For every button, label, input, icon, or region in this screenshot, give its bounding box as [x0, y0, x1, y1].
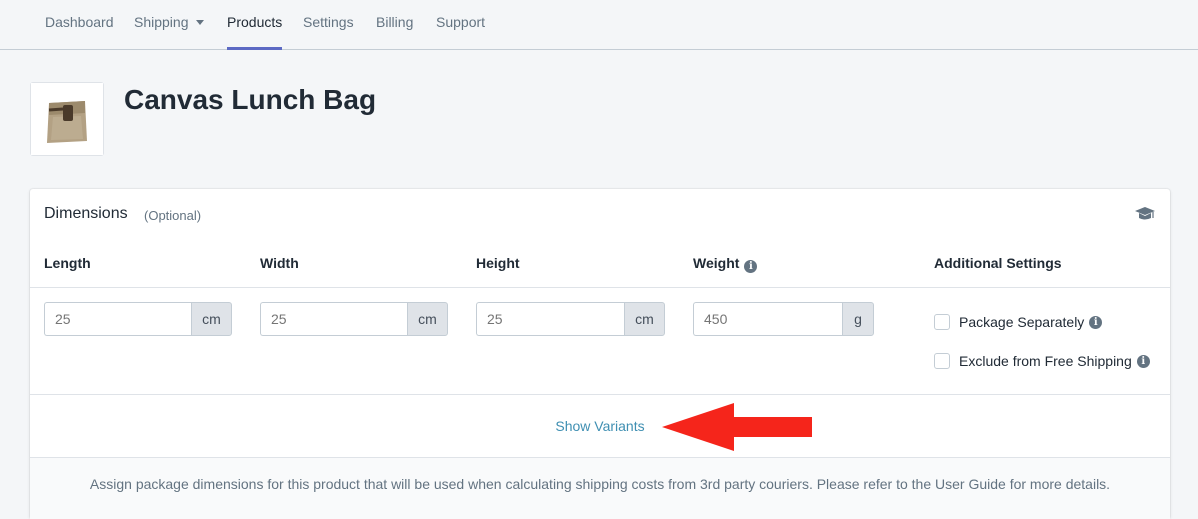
weight-header-label: Weight	[693, 255, 740, 271]
show-variants-link[interactable]: Show Variants	[30, 418, 1170, 434]
length-input[interactable]	[44, 302, 191, 336]
divider	[30, 287, 1170, 288]
card-title: Dimensions	[44, 205, 128, 222]
nav-settings[interactable]: Settings	[303, 0, 354, 50]
nav-billing[interactable]: Billing	[376, 0, 413, 50]
product-thumbnail	[30, 82, 104, 156]
graduation-cap-icon[interactable]	[1134, 206, 1156, 227]
weight-input[interactable]	[693, 302, 842, 336]
exclude-free-shipping-label: Exclude from Free Shipping	[959, 353, 1132, 369]
footer-help-text: Assign package dimensions for this produ…	[89, 476, 1111, 492]
height-unit: cm	[624, 302, 665, 336]
height-input[interactable]	[476, 302, 624, 336]
package-separately-label: Package Separately	[959, 314, 1085, 330]
card-subtitle: (Optional)	[144, 208, 202, 223]
exclude-free-shipping-row: Exclude from Free Shipping i	[934, 353, 1150, 369]
nav-dashboard[interactable]: Dashboard	[45, 0, 114, 50]
weight-header: Weight i	[693, 255, 758, 273]
additional-settings-header: Additional Settings	[934, 255, 1062, 271]
length-input-group: cm	[44, 302, 232, 336]
width-unit: cm	[407, 302, 448, 336]
package-separately-row: Package Separately i	[934, 314, 1103, 330]
weight-unit: g	[842, 302, 874, 336]
nav-shipping-label: Shipping	[134, 14, 189, 30]
length-header: Length	[44, 255, 91, 271]
width-input[interactable]	[260, 302, 407, 336]
nav-products[interactable]: Products	[227, 0, 283, 50]
exclude-free-shipping-checkbox[interactable]	[934, 353, 950, 369]
package-separately-checkbox[interactable]	[934, 314, 950, 330]
top-navigation: Dashboard Shipping Products Settings Bil…	[0, 0, 1198, 50]
canvas-bag-image	[31, 83, 103, 155]
dimensions-card: Dimensions (Optional) Length Width Heigh…	[30, 189, 1170, 519]
info-icon[interactable]: i	[1089, 315, 1103, 329]
red-arrow-annotation	[660, 402, 814, 457]
info-icon[interactable]: i	[744, 260, 758, 273]
card-footer: Assign package dimensions for this produ…	[30, 458, 1170, 519]
weight-input-group: g	[693, 302, 874, 336]
chevron-down-icon	[195, 20, 204, 25]
nav-support[interactable]: Support	[436, 0, 485, 50]
height-input-group: cm	[476, 302, 665, 336]
nav-shipping[interactable]: Shipping	[134, 0, 204, 50]
width-header: Width	[260, 255, 299, 271]
info-icon[interactable]: i	[1136, 354, 1150, 368]
length-unit: cm	[191, 302, 232, 336]
page-title: Canvas Lunch Bag	[124, 84, 377, 115]
width-input-group: cm	[260, 302, 448, 336]
height-header: Height	[476, 255, 520, 271]
divider	[30, 394, 1170, 395]
